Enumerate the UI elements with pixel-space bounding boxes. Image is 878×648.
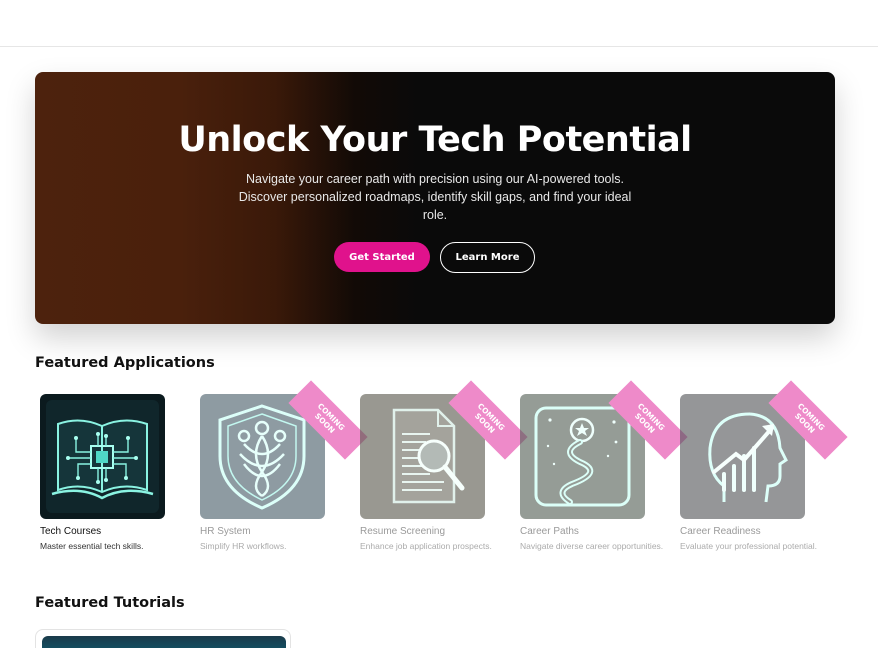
hero-banner: Unlock Your Tech Potential Navigate your…	[35, 72, 835, 324]
learn-more-button[interactable]: Learn More	[440, 242, 535, 273]
app-card-career-readiness[interactable]: COMING SOON Career Readiness Evaluate yo…	[680, 380, 848, 574]
app-name: Resume Screening	[360, 526, 446, 537]
tutorial-card[interactable]	[35, 629, 291, 648]
top-nav-bar	[0, 0, 878, 47]
app-description: Simplify HR workflows.	[200, 541, 287, 551]
app-name: Tech Courses	[40, 526, 102, 537]
get-started-button[interactable]: Get Started	[334, 242, 430, 272]
app-name: HR System	[200, 526, 251, 537]
app-description: Evaluate your professional potential.	[680, 541, 818, 551]
featured-tutorials-title: Featured Tutorials	[35, 595, 185, 611]
app-card-career-paths[interactable]: COMING SOON Career Paths Navigate divers…	[520, 380, 688, 574]
hero-subtitle: Navigate your career path with precision…	[238, 172, 632, 222]
featured-applications-list: Tech Courses Master essential tech skill…	[0, 380, 878, 574]
app-card-resume-screening[interactable]: COMING SOON Resume Screening Enhance job…	[360, 380, 528, 574]
app-card-hr-system[interactable]: COMING SOON HR System Simplify HR workfl…	[200, 380, 368, 574]
app-name: Career Paths	[520, 526, 579, 537]
app-card-tech-courses[interactable]: Tech Courses Master essential tech skill…	[40, 394, 200, 574]
featured-applications-title: Featured Applications	[35, 355, 215, 371]
tutorial-thumbnail	[42, 636, 286, 648]
app-name: Career Readiness	[680, 526, 761, 537]
app-description: Enhance job application prospects.	[360, 541, 492, 551]
app-description: Navigate diverse career opportunities.	[520, 541, 664, 551]
book-circuit-icon	[40, 394, 165, 519]
hero-title: Unlock Your Tech Potential	[178, 120, 692, 160]
app-description: Master essential tech skills.	[40, 541, 144, 551]
